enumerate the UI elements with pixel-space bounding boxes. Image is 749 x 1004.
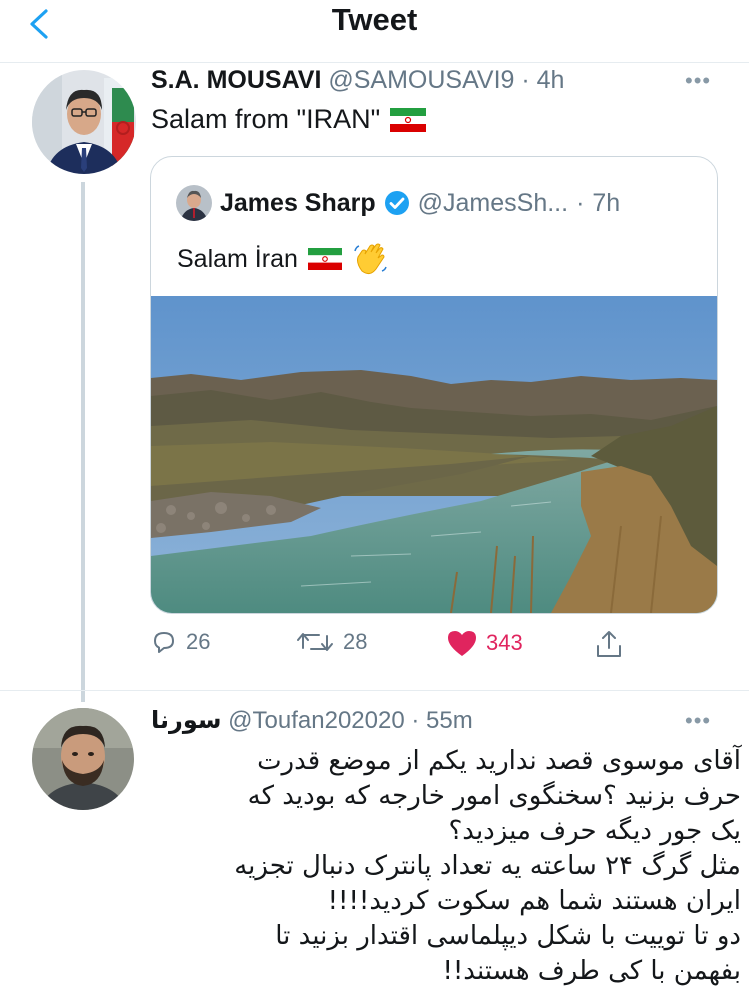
avatar[interactable] [32, 70, 136, 174]
quoted-header: James Sharp @JamesSh... · 7h [176, 185, 620, 221]
top-bar: Tweet [0, 0, 749, 63]
retweet-count: 28 [343, 629, 368, 654]
waving-hand-icon [354, 243, 387, 275]
reply-avatar[interactable] [32, 708, 134, 810]
tweet-header: S.A. MOUSAVI @SAMOUSAVI9 · 4h [151, 66, 565, 94]
river-landscape-image [151, 296, 717, 613]
reply-button[interactable]: 26 [150, 628, 210, 656]
like-button[interactable]: 343 [446, 628, 523, 658]
tweet-actions: 26 28 343 [150, 628, 650, 668]
retweet-button[interactable]: 28 [295, 628, 367, 656]
tweet-body: Salam from "IRAN" [151, 104, 381, 134]
iran-flag-icon [307, 248, 342, 270]
reply-header: سورنا @Toufan202020 · 55m [151, 706, 473, 734]
share-button[interactable] [594, 628, 624, 660]
verified-badge-icon [384, 191, 409, 215]
quoted-body: Salam İran [177, 244, 298, 273]
quoted-author-handle[interactable]: @JamesSh... [418, 189, 568, 218]
retweet-icon [297, 633, 333, 651]
reply-count: 26 [186, 629, 211, 654]
avatar-photo [32, 70, 136, 174]
reply-time: 55m [426, 707, 473, 734]
quoted-author-name[interactable]: James Sharp [220, 189, 376, 218]
reply-author-name[interactable]: سورنا [151, 706, 222, 734]
quoted-text: Salam İran [177, 241, 388, 277]
reply-more-options-icon[interactable]: ••• [685, 708, 711, 734]
reply-author-handle[interactable]: @Toufan202020 [228, 707, 405, 734]
author-handle[interactable]: @SAMOUSAVI9 [328, 66, 514, 94]
share-icon [597, 631, 621, 657]
reply-body: آقای موسوی قصد ندارید یکم از موضع قدرت ح… [234, 746, 741, 986]
tweet-text: Salam from "IRAN" [151, 104, 427, 135]
like-count: 343 [486, 630, 523, 655]
more-options-icon[interactable]: ••• [685, 68, 711, 94]
quoted-time: 7h [592, 188, 621, 217]
thread-connector [81, 182, 85, 702]
author-name[interactable]: S.A. MOUSAVI [151, 66, 321, 94]
iran-flag-icon [390, 107, 427, 132]
reply-avatar-photo [32, 708, 134, 810]
quoted-avatar [176, 185, 212, 221]
heart-icon [448, 631, 476, 656]
page-title: Tweet [331, 2, 418, 37]
tweet-time[interactable]: 4h [537, 66, 565, 94]
divider [0, 690, 749, 691]
reply-icon [154, 632, 174, 653]
quoted-tweet[interactable]: James Sharp @JamesSh... · 7h Salam İran [150, 156, 718, 614]
quoted-photo[interactable] [151, 296, 717, 613]
